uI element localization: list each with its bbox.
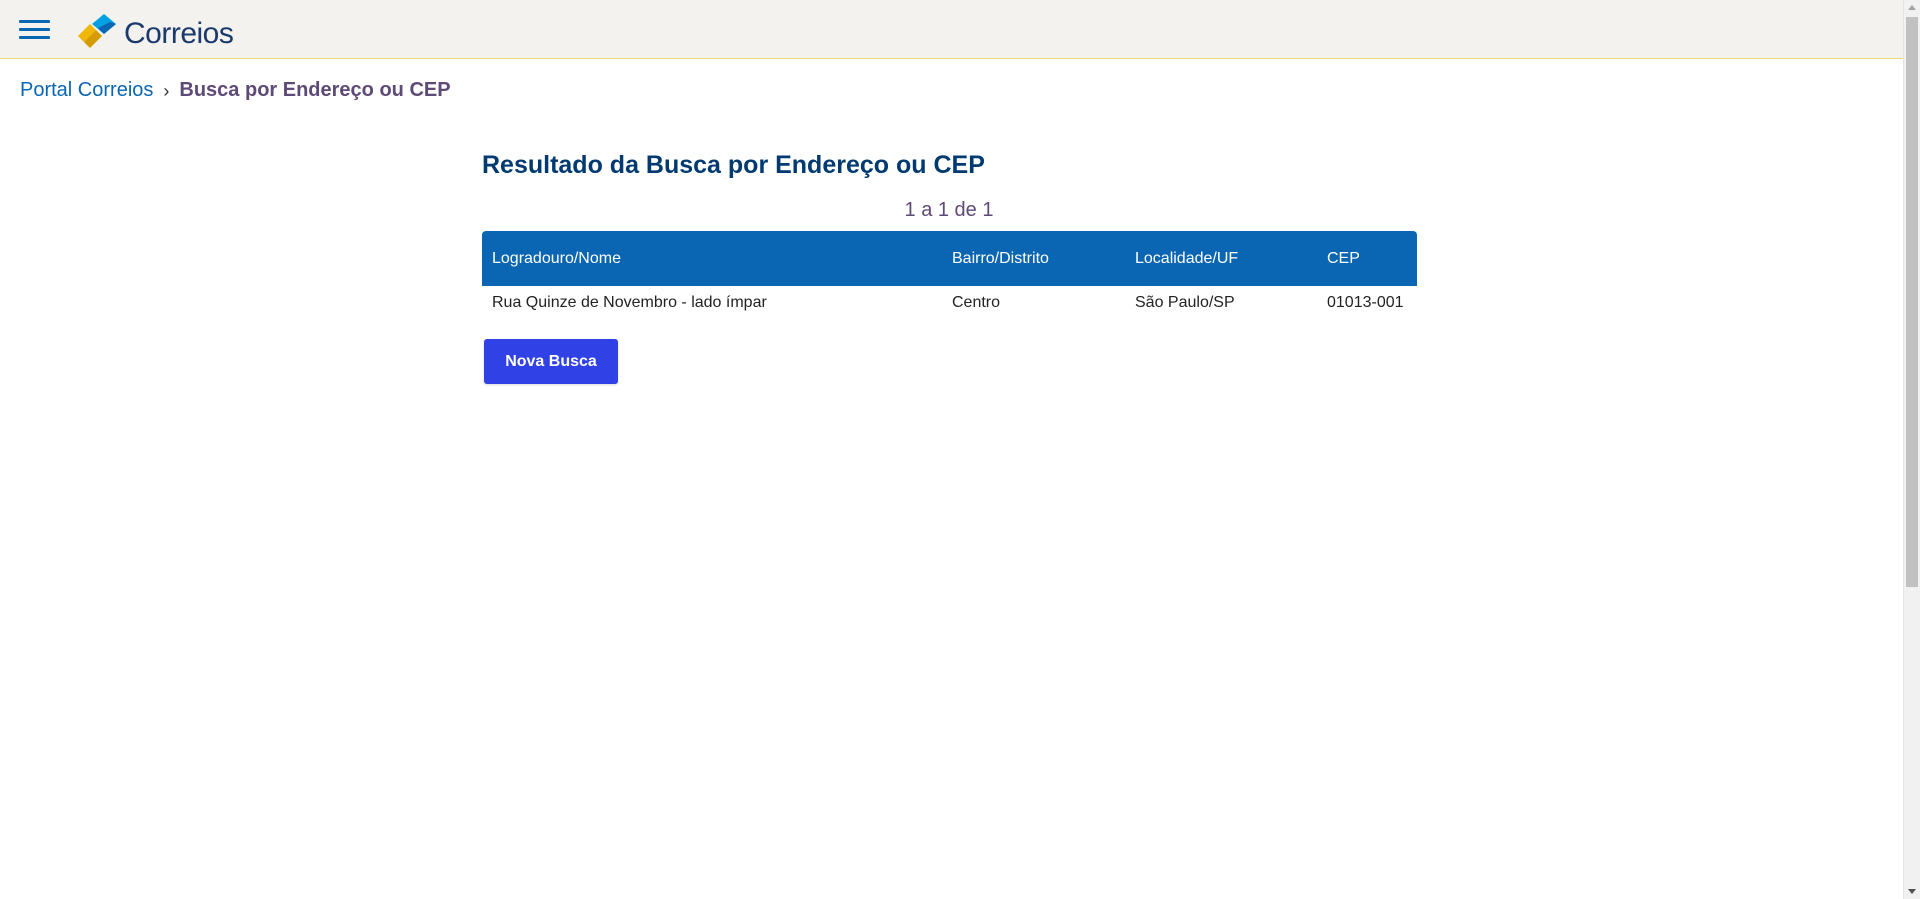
results-table: Logradouro/Nome Bairro/Distrito Localida… <box>482 231 1417 320</box>
scroll-up-arrow-icon[interactable] <box>1908 5 1916 10</box>
new-search-button[interactable]: Nova Busca <box>484 339 618 384</box>
page-title: Resultado da Busca por Endereço ou CEP <box>482 151 985 179</box>
cell-logradouro: Rua Quinze de Novembro - lado ímpar <box>492 294 767 311</box>
correios-logo-icon <box>78 14 116 48</box>
breadcrumb-home-link[interactable]: Portal Correios <box>20 78 153 102</box>
menu-line <box>19 20 50 23</box>
correios-logo[interactable]: Correios <box>74 13 234 50</box>
chevron-right-icon: › <box>163 81 170 101</box>
menu-line <box>19 28 50 31</box>
breadcrumb-current: Busca por Endereço ou CEP <box>179 79 451 101</box>
vertical-scrollbar[interactable] <box>1903 0 1920 899</box>
logo-text: Correios <box>124 17 234 50</box>
pagination-info: 1 a 1 de 1 <box>904 199 994 221</box>
cell-cep: 01013-001 <box>1327 294 1404 311</box>
cell-bairro: Centro <box>952 294 1001 311</box>
site-header: Correios <box>0 0 1903 59</box>
column-header-localidade: Localidade/UF <box>1125 231 1317 286</box>
cell-localidade: São Paulo/SP <box>1135 294 1235 311</box>
column-header-logradouro: Logradouro/Nome <box>482 231 942 286</box>
page: Correios Portal Correios › Busca por End… <box>0 0 1903 899</box>
table-header: Logradouro/Nome Bairro/Distrito Localida… <box>482 231 1417 286</box>
scroll-down-arrow-icon[interactable] <box>1908 889 1916 894</box>
menu-line <box>19 36 50 39</box>
scrollbar-thumb[interactable] <box>1906 17 1918 587</box>
hamburger-menu-icon[interactable] <box>19 18 51 42</box>
table-row: Rua Quinze de Novembro - lado ímpar Cent… <box>482 286 1417 320</box>
column-header-bairro: Bairro/Distrito <box>942 231 1125 286</box>
breadcrumb: Portal Correios › Busca por Endereço ou … <box>20 78 451 102</box>
table-body: Rua Quinze de Novembro - lado ímpar Cent… <box>482 286 1417 320</box>
table-header-row: Logradouro/Nome Bairro/Distrito Localida… <box>482 231 1417 286</box>
column-header-cep: CEP <box>1317 231 1417 286</box>
